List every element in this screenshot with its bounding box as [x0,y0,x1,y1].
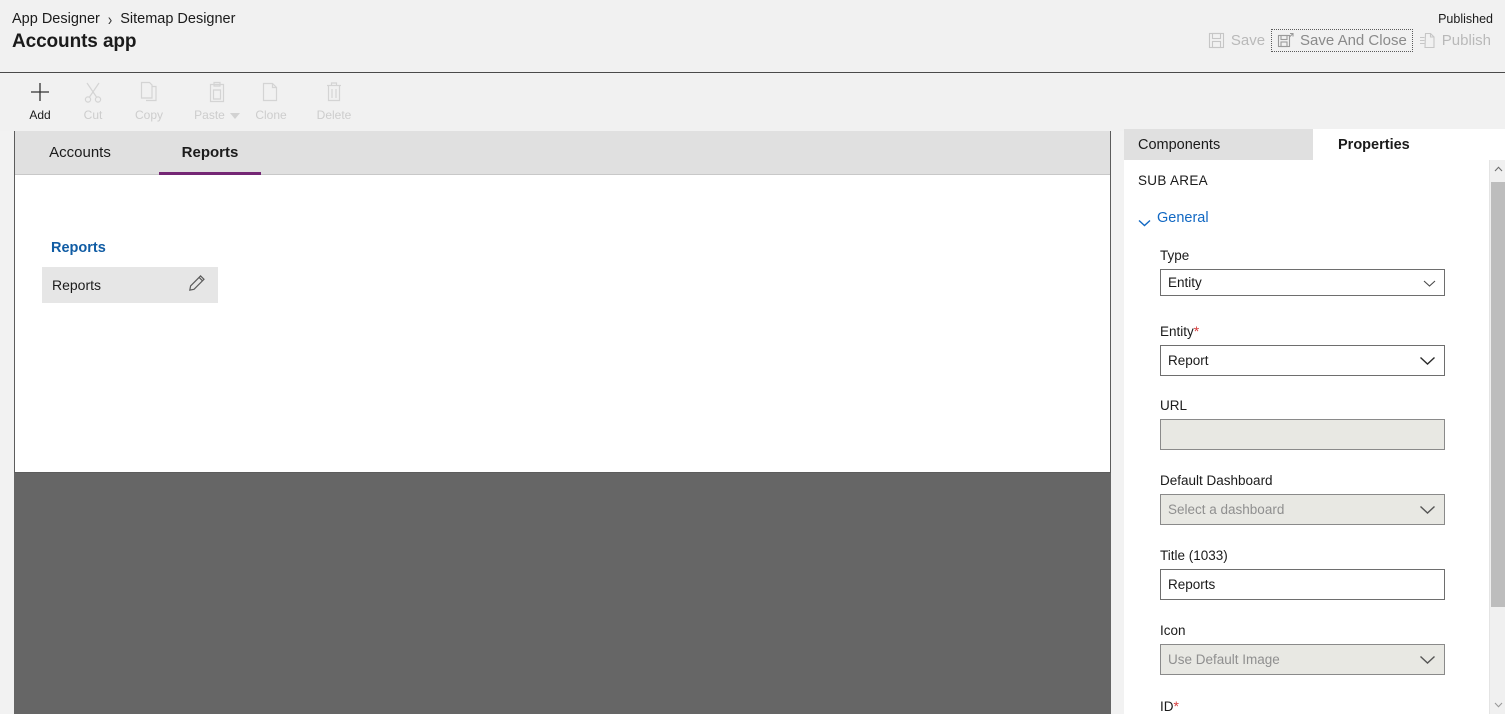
page-title: Accounts app [12,31,137,52]
field-icon-label: Icon [1160,623,1186,638]
clipboard-icon [207,80,227,104]
publish-button-label: Publish [1441,32,1491,49]
published-status-label: Published [1438,12,1493,26]
title-input-field[interactable] [1168,577,1437,592]
panel-tabs: Components Properties [1124,129,1505,160]
properties-form: SUB AREA General Type Entity Entity* Rep… [1124,160,1489,714]
default-dashboard-select[interactable]: Select a dashboard [1160,494,1445,525]
field-id: ID* [1160,698,1445,714]
general-group-header[interactable]: General [1138,210,1209,226]
trash-icon [324,80,344,104]
chevron-down-icon [1419,353,1436,368]
scissors-icon [83,80,103,104]
properties-scrollbar[interactable] [1489,160,1505,714]
required-marker: * [1193,323,1200,339]
command-bar: Add Cut Copy Paste Clone Delete [0,74,1505,131]
tab-components-label: Components [1138,136,1221,153]
field-type: Type Entity [1160,248,1445,296]
entity-select[interactable]: Report [1160,345,1445,376]
clone-button-label: Clone [255,108,287,122]
chevron-down-icon [1423,275,1436,290]
field-entity-label: Entity* [1160,323,1200,339]
header-actions: Save Save And Close Publish [1202,29,1497,52]
tab-properties-label: Properties [1338,136,1410,153]
title-input[interactable] [1160,569,1445,600]
clone-icon [261,80,281,104]
delete-button[interactable]: Delete [297,80,371,128]
field-default-dashboard-label: Default Dashboard [1160,473,1273,488]
dimmed-overlay-region [14,473,1111,714]
scrollbar-thumb[interactable] [1491,182,1505,607]
field-type-label: Type [1160,248,1190,263]
copy-button-label: Copy [134,108,163,122]
subarea-card-label: Reports [52,277,102,293]
app-header: App Designer › Sitemap Designer Accounts… [0,0,1505,73]
tab-accounts[interactable]: Accounts [15,131,145,174]
save-and-close-icon [1277,32,1294,49]
sitemap-canvas: Accounts Reports Reports Reports [14,131,1111,473]
url-input-field[interactable] [1168,427,1437,442]
save-and-close-button[interactable]: Save And Close [1271,29,1413,52]
chevron-down-icon [1138,215,1151,226]
group-title: Reports [51,240,106,256]
entity-select-value: Report [1168,353,1209,368]
field-entity: Entity* Report [1160,323,1445,376]
area-tabs: Accounts Reports [15,131,1110,175]
field-default-dashboard: Default Dashboard Select a dashboard [1160,473,1445,525]
subarea-card-reports[interactable]: Reports [42,267,218,303]
type-select[interactable]: Entity [1160,269,1445,296]
copy-icon [139,80,159,104]
field-title: Title (1033) [1160,548,1445,600]
field-url-label: URL [1160,398,1188,413]
tab-reports-label: Reports [181,144,239,161]
field-id-label: ID* [1160,698,1179,714]
scroll-up-arrow-icon[interactable] [1490,160,1505,178]
pencil-icon[interactable] [188,274,206,297]
save-button-label: Save [1230,32,1266,49]
breadcrumb-separator-icon: › [107,9,113,29]
save-button[interactable]: Save [1202,29,1271,52]
canvas-body: Reports Reports [15,175,1110,472]
cut-button-label: Cut [83,108,103,122]
type-select-value: Entity [1168,275,1202,290]
copy-button[interactable]: Copy [112,80,186,128]
add-button-label: Add [29,108,51,122]
properties-panel: Components Properties SUB AREA General T… [1124,129,1505,714]
field-title-label: Title (1033) [1160,548,1228,563]
tab-accounts-label: Accounts [49,144,111,161]
default-dashboard-select-value: Select a dashboard [1168,502,1285,517]
publish-icon [1419,32,1436,49]
breadcrumb-item-sitemap-designer[interactable]: Sitemap Designer [120,11,235,27]
breadcrumb-item-app-designer[interactable]: App Designer [12,11,100,27]
chevron-down-icon [1419,502,1436,517]
save-and-close-button-label: Save And Close [1300,32,1407,49]
breadcrumb: App Designer › Sitemap Designer [12,9,235,29]
icon-select-value: Use Default Image [1168,652,1280,667]
icon-select[interactable]: Use Default Image [1160,644,1445,675]
tab-components[interactable]: Components [1124,129,1314,160]
url-input[interactable] [1160,419,1445,450]
field-url: URL [1160,398,1445,450]
chevron-down-icon [1419,652,1436,667]
paste-button-label: Paste [194,108,240,122]
field-icon: Icon Use Default Image [1160,623,1445,675]
delete-button-label: Delete [316,108,352,122]
save-icon [1208,32,1225,49]
scroll-down-arrow-icon[interactable] [1490,696,1505,714]
tab-properties[interactable]: Properties [1314,129,1504,160]
required-marker: * [1173,698,1179,714]
section-label-sub-area: SUB AREA [1138,173,1208,188]
plus-icon [29,80,51,104]
publish-button[interactable]: Publish [1413,29,1497,52]
general-group-label: General [1157,210,1209,226]
sitemap-designer-window: App Designer › Sitemap Designer Accounts… [0,0,1505,714]
tab-reports[interactable]: Reports [145,131,275,175]
